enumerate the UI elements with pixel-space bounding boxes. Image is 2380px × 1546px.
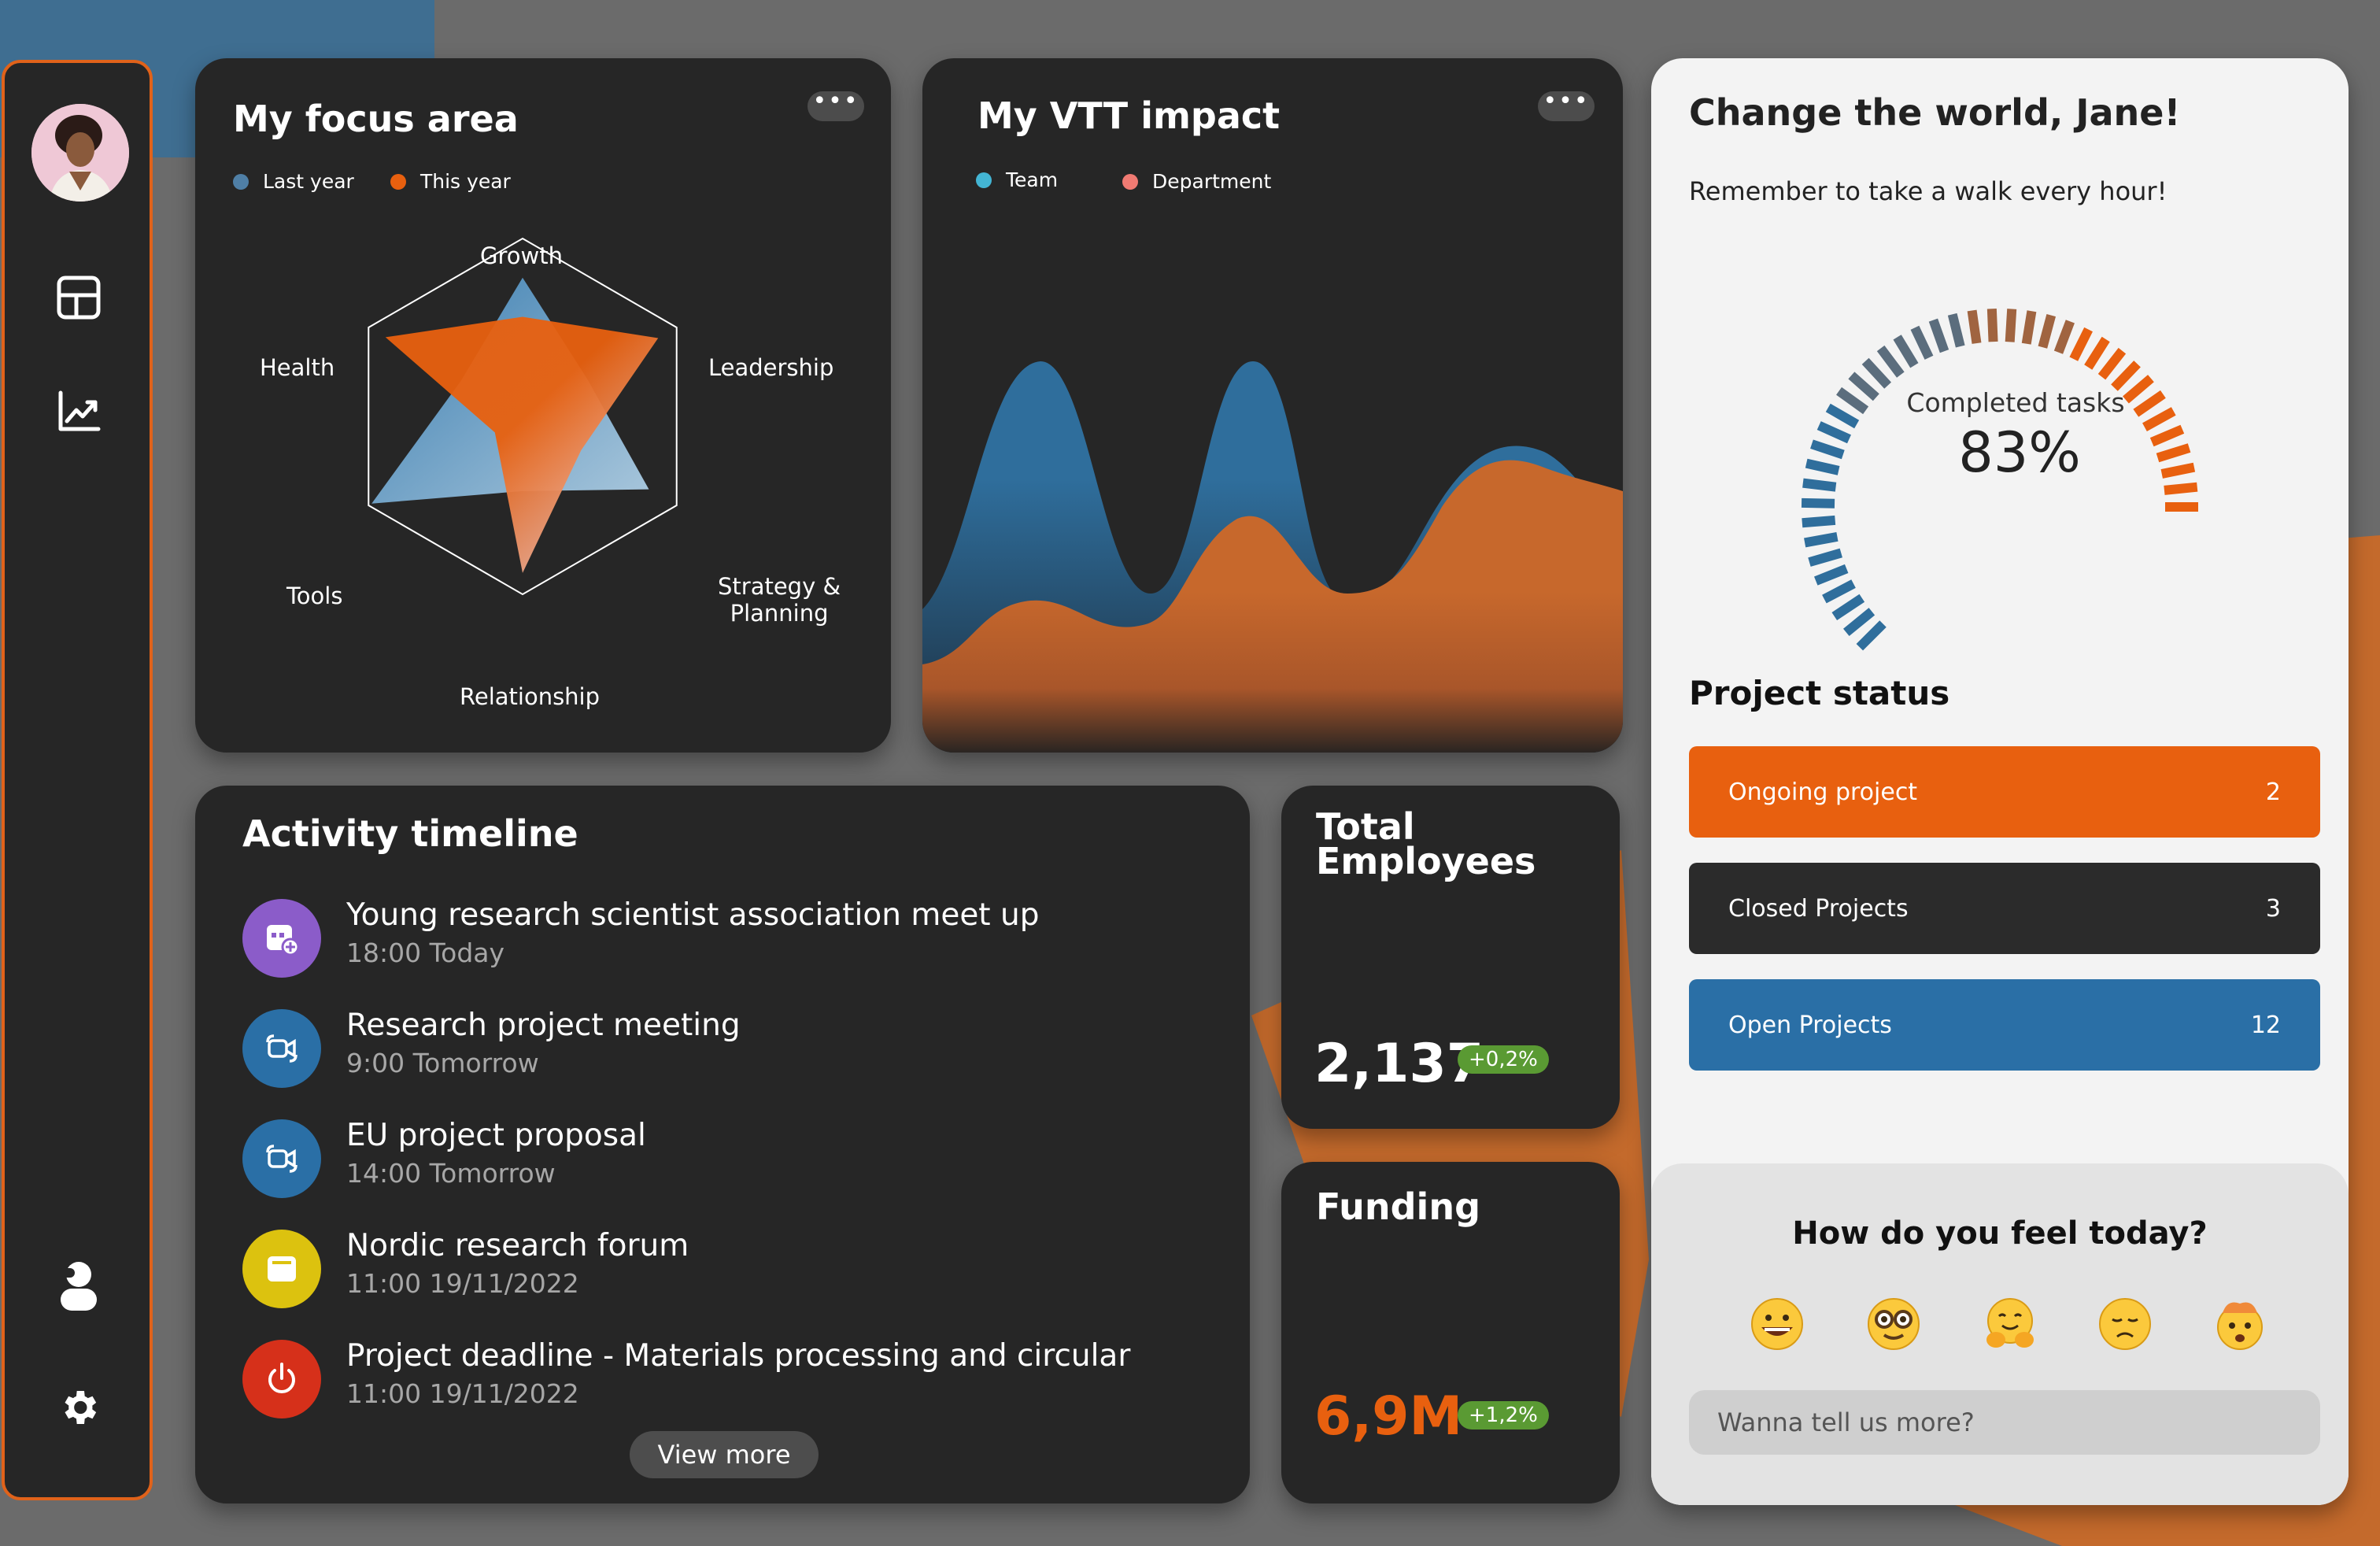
gauge-tick bbox=[2069, 327, 2093, 361]
video-call-icon bbox=[242, 1119, 321, 1198]
status-label: Ongoing project bbox=[1728, 778, 1918, 806]
area-chart bbox=[922, 361, 1623, 753]
timeline-item[interactable]: Project deadline - Materials processing … bbox=[346, 1338, 1130, 1409]
profile-icon[interactable] bbox=[55, 1262, 102, 1311]
total-employees-card: Total Employees 2,137 +0,2% bbox=[1281, 786, 1620, 1129]
timeline-item-time: 11:00 19/11/2022 bbox=[346, 1378, 579, 1409]
gauge-tick bbox=[1893, 335, 1919, 368]
radar-axis-label: Leadership bbox=[708, 354, 834, 381]
gauge-tick bbox=[1861, 357, 1892, 389]
vtt-impact-card: My VTT impact ••• Team Department bbox=[922, 58, 1623, 753]
timeline-item-title: Young research scientist association mee… bbox=[346, 897, 1040, 933]
grinning-emoji[interactable] bbox=[1749, 1296, 1805, 1352]
gauge-tick bbox=[1802, 515, 1836, 528]
project-status-closed[interactable]: Closed Projects 3 bbox=[1689, 863, 2320, 954]
mood-title: How do you feel today? bbox=[1792, 1215, 2208, 1252]
employees-change-badge: +0,2% bbox=[1458, 1045, 1549, 1074]
avatar[interactable] bbox=[31, 104, 129, 202]
radar-chart bbox=[368, 237, 678, 596]
timeline-item-time: 9:00 Tomorrow bbox=[346, 1048, 539, 1078]
radar-axis-label: Tools bbox=[286, 583, 343, 609]
gauge-tick bbox=[1822, 579, 1856, 604]
status-count: 3 bbox=[2265, 894, 2281, 923]
focus-area-card: My focus area ••• Last year This year Gr… bbox=[195, 58, 891, 753]
mood-panel: How do you feel today? Wanna tell us mor… bbox=[1651, 1163, 2349, 1505]
gauge-tick bbox=[1856, 620, 1887, 651]
gauge-tick bbox=[1804, 531, 1839, 548]
status-label: Closed Projects bbox=[1728, 894, 1909, 923]
timeline-item[interactable]: Young research scientist association mee… bbox=[346, 897, 1039, 968]
status-count: 2 bbox=[2265, 778, 2281, 806]
gauge-tick bbox=[1947, 313, 1965, 348]
gauge-tick bbox=[2005, 309, 2017, 342]
gauge-tick bbox=[2021, 310, 2037, 345]
timeline-item-title: Nordic research forum bbox=[346, 1228, 689, 1263]
nerd-emoji[interactable] bbox=[1865, 1296, 1922, 1352]
funding-card: Funding 6,9M +1,2% bbox=[1281, 1162, 1620, 1503]
gauge-tick bbox=[1808, 548, 1842, 567]
project-status-title: Project status bbox=[1689, 674, 1950, 712]
status-label: Open Projects bbox=[1728, 1011, 1892, 1039]
document-icon bbox=[242, 1230, 321, 1308]
timeline-item[interactable]: Research project meeting 9:00 Tomorrow bbox=[346, 1008, 741, 1078]
radar-axis-label: Health bbox=[260, 354, 335, 381]
activity-timeline-card: Activity timeline Young research scienti… bbox=[195, 786, 1250, 1503]
gauge-tick bbox=[2111, 361, 2141, 391]
project-status-open[interactable]: Open Projects 12 bbox=[1689, 979, 2320, 1071]
timeline-item-title: EU project proposal bbox=[346, 1118, 646, 1153]
gauge-tick bbox=[1843, 608, 1876, 637]
status-count: 12 bbox=[2250, 1011, 2281, 1039]
gauge-tick bbox=[1967, 309, 1982, 344]
employees-title: Total Employees bbox=[1316, 805, 1536, 882]
funding-change-badge: +1,2% bbox=[1458, 1401, 1549, 1429]
disappointed-emoji[interactable] bbox=[2097, 1296, 2153, 1352]
dashboard-icon[interactable] bbox=[55, 274, 102, 321]
timeline-item[interactable]: EU project proposal 14:00 Tomorrow bbox=[346, 1118, 646, 1189]
gauge-tick bbox=[2038, 314, 2057, 349]
project-status-ongoing[interactable]: Ongoing project 2 bbox=[1689, 746, 2320, 838]
timeline-item-title: Research project meeting bbox=[346, 1008, 741, 1043]
gauge-tick bbox=[2053, 320, 2075, 354]
settings-icon[interactable] bbox=[55, 1384, 102, 1431]
gauge-value: 83% bbox=[1958, 420, 2081, 485]
reminder-text: Remember to take a walk every hour! bbox=[1689, 176, 2168, 206]
gauge-tick bbox=[2164, 482, 2198, 495]
funding-value: 6,9M bbox=[1314, 1385, 1463, 1448]
funding-title: Funding bbox=[1316, 1185, 1480, 1228]
timeline-item[interactable]: Nordic research forum 11:00 19/11/2022 bbox=[346, 1228, 689, 1299]
hugging-emoji[interactable] bbox=[1982, 1296, 2038, 1352]
gauge-tick bbox=[2084, 336, 2110, 370]
gauge-label: Completed tasks bbox=[1906, 387, 2125, 418]
timeline-title: Activity timeline bbox=[242, 812, 578, 855]
timeline-item-title: Project deadline - Materials processing … bbox=[346, 1338, 1131, 1374]
timeline-item-time: 14:00 Tomorrow bbox=[346, 1158, 556, 1189]
radar-axis-label: Strategy & Planning bbox=[718, 573, 841, 627]
view-more-button[interactable]: View more bbox=[630, 1431, 819, 1478]
gauge-tick bbox=[1928, 318, 1949, 353]
gauge-tick bbox=[1876, 345, 1905, 378]
mood-input[interactable]: Wanna tell us more? bbox=[1689, 1390, 2320, 1455]
timeline-item-time: 11:00 19/11/2022 bbox=[346, 1268, 579, 1299]
gauge-tick bbox=[1801, 497, 1835, 509]
timeline-item-time: 18:00 Today bbox=[346, 938, 505, 968]
gauge-tick bbox=[2097, 347, 2127, 380]
gauge-tick bbox=[1986, 308, 1998, 342]
greeting: Change the world, Jane! bbox=[1689, 91, 2181, 134]
analytics-icon[interactable] bbox=[55, 387, 102, 435]
power-icon bbox=[242, 1340, 321, 1418]
gauge-tick bbox=[1813, 564, 1849, 586]
radar-axis-label: Relationship bbox=[460, 683, 601, 710]
gauge-tick bbox=[1831, 594, 1865, 620]
mind-blown-emoji[interactable] bbox=[2212, 1296, 2268, 1352]
video-call-icon bbox=[242, 1009, 321, 1088]
radar-axis-label: Growth bbox=[480, 242, 563, 269]
sidebar bbox=[2, 60, 153, 1500]
gauge-tick bbox=[1910, 325, 1934, 360]
calendar-add-icon bbox=[242, 899, 321, 978]
